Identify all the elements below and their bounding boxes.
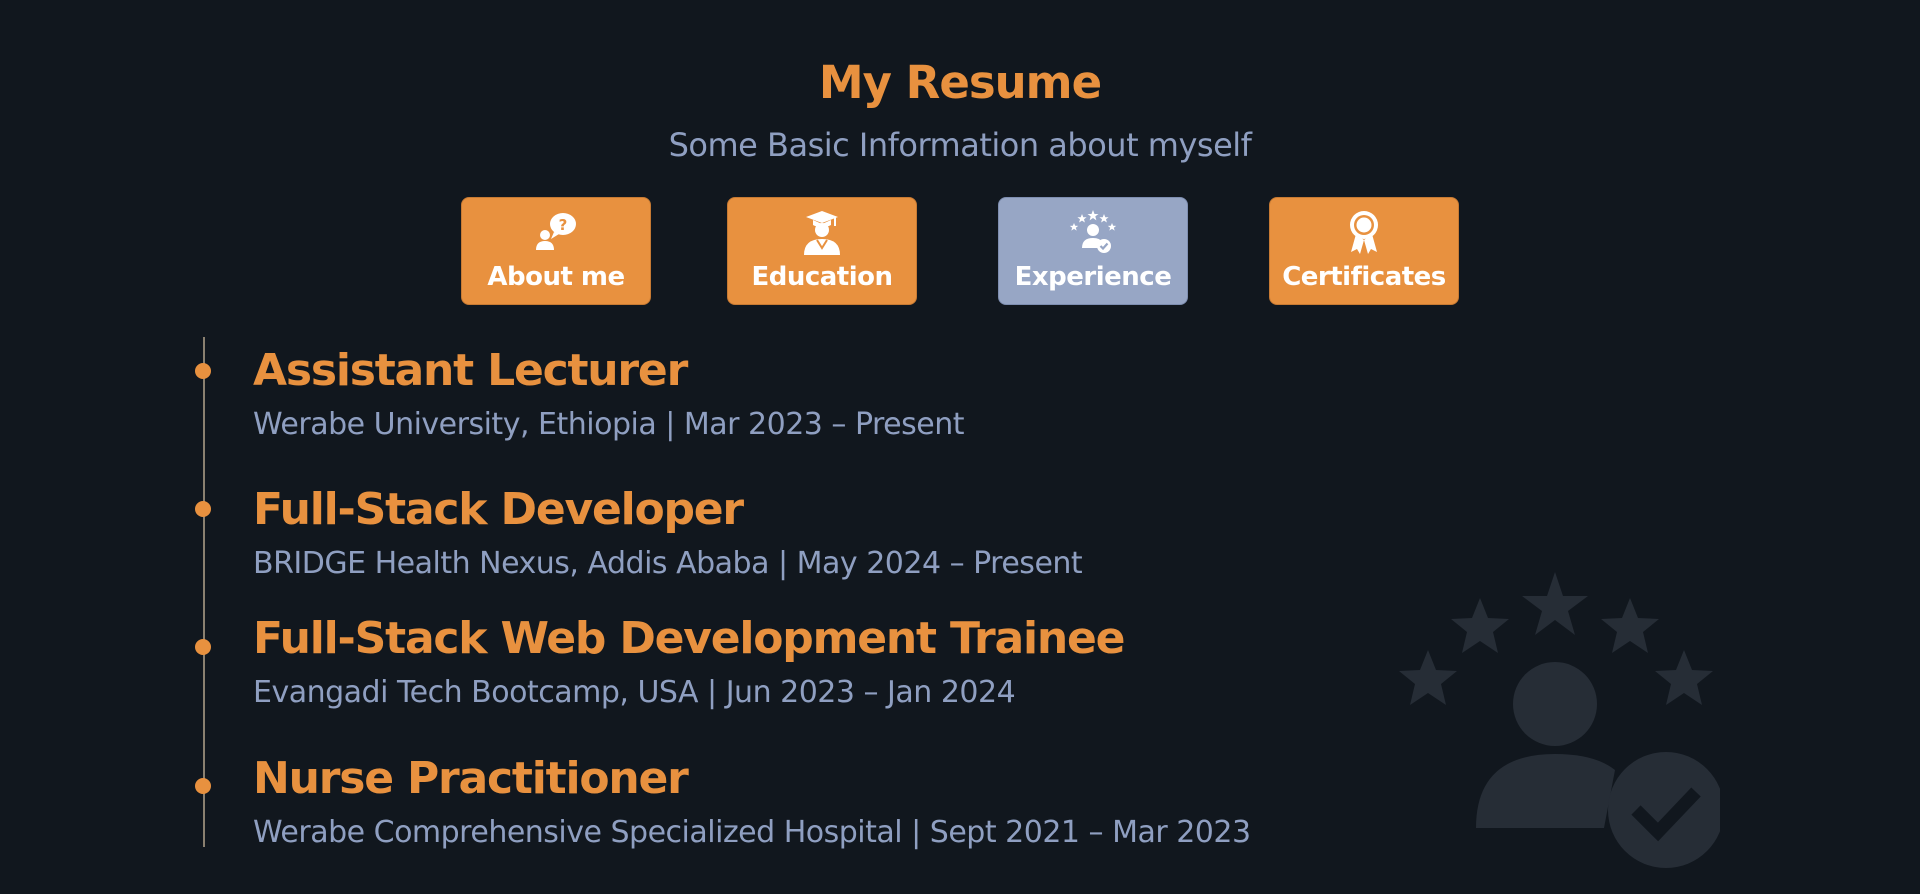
timeline-dot (195, 501, 211, 517)
tab-experience[interactable]: Experience (998, 197, 1188, 305)
timeline-dot (195, 363, 211, 379)
tab-certificates[interactable]: Certificates (1269, 197, 1459, 305)
tab-label: Education (751, 262, 893, 292)
graduate-icon (804, 211, 840, 255)
job-title: Assistant Lecturer (253, 345, 688, 396)
job-title: Full-Stack Developer (253, 484, 744, 535)
job-title: Full-Stack Web Development Trainee (253, 613, 1125, 664)
tab-education[interactable]: Education (727, 197, 917, 305)
user-stars-check-icon (1399, 572, 1720, 868)
user-stars-check-icon (1069, 210, 1117, 253)
tab-about-me[interactable]: ? About me (461, 197, 651, 305)
tab-label: Certificates (1282, 262, 1446, 292)
page-subtitle: Some Basic Information about myself (668, 126, 1252, 164)
job-title: Nurse Practitioner (253, 753, 689, 804)
job-details: Werabe University, Ethiopia | Mar 2023 –… (253, 407, 965, 442)
tab-label: Experience (1014, 262, 1172, 292)
timeline-line (203, 337, 205, 847)
timeline-dot (195, 639, 211, 655)
job-details: Werabe Comprehensive Specialized Hospita… (253, 815, 1251, 850)
timeline-item: Full-Stack Developer BRIDGE Health Nexus… (195, 484, 1083, 584)
timeline-item: Full-Stack Web Development Trainee Evang… (195, 613, 1125, 713)
tab-label: About me (487, 262, 625, 292)
user-question-icon: ? (536, 213, 576, 250)
timeline-item: Assistant Lecturer Werabe University, Et… (195, 345, 965, 445)
award-ribbon-icon (1350, 211, 1378, 254)
job-details: Evangadi Tech Bootcamp, USA | Jun 2023 –… (253, 675, 1016, 710)
timeline-item: Nurse Practitioner Werabe Comprehensive … (195, 753, 1251, 853)
job-details: BRIDGE Health Nexus, Addis Ababa | May 2… (253, 546, 1083, 581)
page-title: My Resume (818, 56, 1102, 109)
resume-page: My Resume Some Basic Information about m… (0, 0, 1920, 894)
timeline-dot (195, 778, 211, 794)
svg-text:?: ? (559, 216, 568, 234)
